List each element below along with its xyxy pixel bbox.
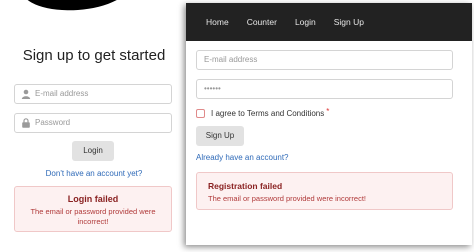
top-navbar: Home Counter Login Sign Up bbox=[186, 3, 472, 41]
login-password-field[interactable]: Password bbox=[14, 113, 172, 133]
login-link[interactable]: Already have an account? bbox=[196, 153, 289, 162]
signup-link[interactable]: Don't have an account yet? bbox=[14, 169, 174, 178]
nav-login[interactable]: Login bbox=[295, 17, 316, 27]
register-password-field[interactable]: •••••• bbox=[196, 79, 453, 99]
register-window: Home Counter Login Sign Up E-mail addres… bbox=[186, 3, 472, 245]
lock-icon bbox=[22, 118, 30, 128]
registration-error-alert: Registration failed The email or passwor… bbox=[196, 172, 453, 210]
page-title: Sign up to get started bbox=[22, 47, 166, 64]
login-error-title: Login failed bbox=[67, 194, 119, 204]
register-password-value: •••••• bbox=[204, 84, 221, 93]
terms-checkbox[interactable] bbox=[196, 109, 205, 118]
login-error-alert: Login failed The email or password provi… bbox=[14, 186, 172, 232]
nav-counter[interactable]: Counter bbox=[247, 17, 277, 27]
login-error-message: The email or password provided were inco… bbox=[30, 207, 156, 226]
login-email-field[interactable]: E-mail address bbox=[14, 84, 172, 104]
terms-label: I agree to Terms and Conditions bbox=[211, 109, 325, 118]
register-email-field[interactable]: E-mail address bbox=[196, 50, 453, 70]
login-password-placeholder: Password bbox=[35, 118, 71, 127]
nav-home[interactable]: Home bbox=[206, 17, 229, 27]
terms-row: I agree to Terms and Conditions * bbox=[196, 107, 330, 118]
signup-button[interactable]: Sign Up bbox=[196, 126, 244, 146]
registration-error-title: Registration failed bbox=[208, 181, 283, 191]
logo-blob bbox=[21, 0, 133, 14]
user-icon bbox=[21, 89, 31, 99]
registration-error-message: The email or password provided were inco… bbox=[208, 194, 366, 203]
register-email-placeholder: E-mail address bbox=[204, 55, 258, 64]
login-email-placeholder: E-mail address bbox=[35, 89, 89, 98]
required-mark: * bbox=[326, 107, 330, 116]
nav-signup[interactable]: Sign Up bbox=[334, 17, 364, 27]
login-button[interactable]: Login bbox=[72, 141, 114, 161]
